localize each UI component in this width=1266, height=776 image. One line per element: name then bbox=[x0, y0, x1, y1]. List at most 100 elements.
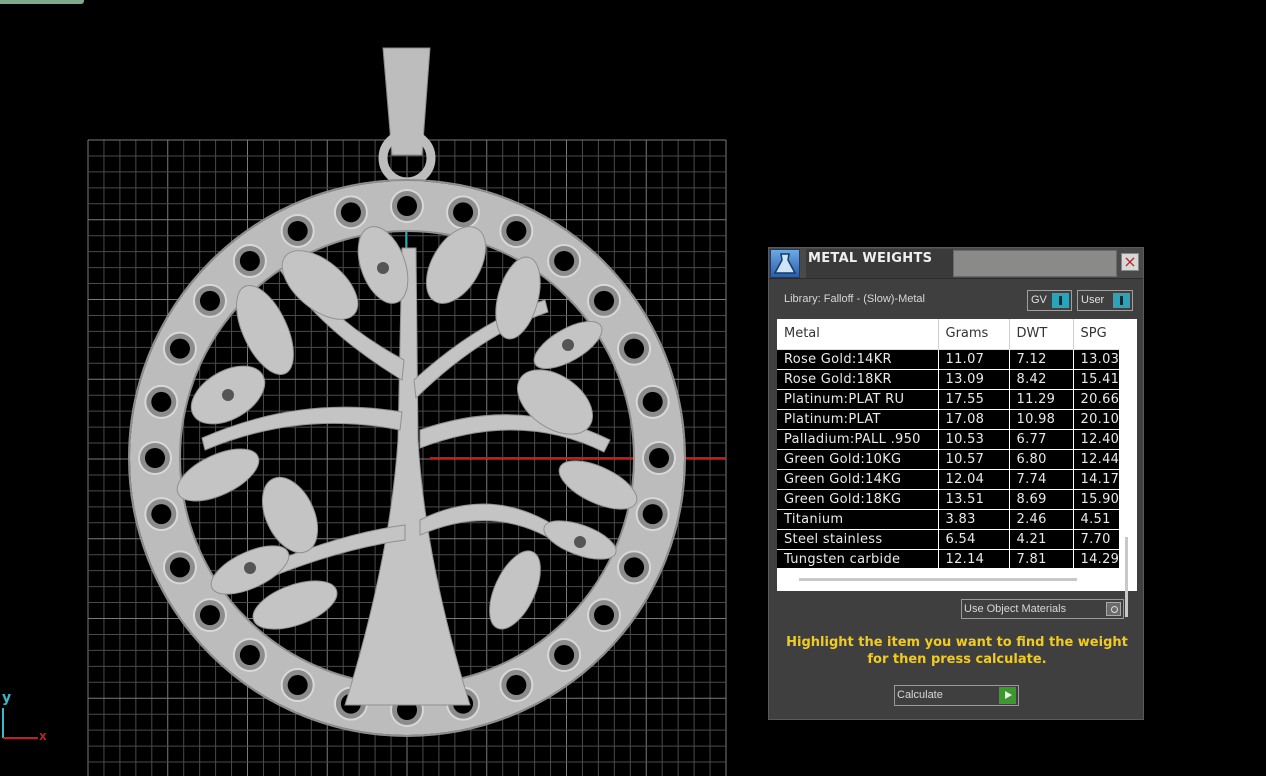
gem-hole bbox=[594, 290, 615, 311]
table-row[interactable]: Tungsten carbide 12.14 7.81 14.29 bbox=[777, 549, 1119, 568]
cell-dwt: 8.69 bbox=[1009, 489, 1074, 510]
gem-hole bbox=[151, 391, 172, 412]
cell-metal: Steel stainless bbox=[777, 529, 939, 550]
cell-dwt: 11.29 bbox=[1009, 389, 1074, 410]
table-row[interactable]: Platinum:PLAT RU 17.55 11.29 20.66 bbox=[777, 389, 1119, 410]
column-header-metal[interactable]: Metal bbox=[777, 319, 939, 350]
gem-hole bbox=[340, 202, 361, 223]
cell-metal: Platinum:PLAT bbox=[777, 409, 939, 430]
gem-hole bbox=[151, 504, 172, 525]
cell-metal: Platinum:PLAT RU bbox=[777, 389, 939, 410]
calculate-label: Calculate bbox=[897, 689, 943, 701]
gem-hole bbox=[506, 220, 527, 241]
cell-grams: 6.54 bbox=[938, 529, 1010, 550]
cell-spg: 4.51 bbox=[1073, 509, 1119, 530]
cell-grams: 11.07 bbox=[938, 349, 1010, 370]
cell-dwt: 6.77 bbox=[1009, 429, 1074, 450]
close-button[interactable]: × bbox=[1121, 253, 1139, 271]
gem-hole bbox=[649, 448, 669, 468]
gem-hole bbox=[506, 675, 527, 696]
gem-hole bbox=[624, 557, 645, 578]
metal-weights-panel[interactable]: METAL WEIGHTS × Library: Falloff - (Slow… bbox=[768, 247, 1144, 720]
column-header-grams[interactable]: Grams bbox=[938, 319, 1010, 350]
gem-hole bbox=[169, 557, 190, 578]
cell-spg: 20.66 bbox=[1073, 389, 1119, 410]
gem-hole bbox=[554, 645, 575, 666]
use-object-materials-label: Use Object Materials bbox=[964, 603, 1067, 615]
cell-spg: 12.40 bbox=[1073, 429, 1119, 450]
gem-hole bbox=[199, 605, 220, 626]
cell-grams: 10.57 bbox=[938, 449, 1010, 470]
gem-hole bbox=[397, 196, 417, 216]
gem-hole bbox=[453, 202, 474, 223]
cell-dwt: 4.21 bbox=[1009, 529, 1074, 550]
cell-metal: Rose Gold:14KR bbox=[777, 349, 939, 370]
cell-dwt: 8.42 bbox=[1009, 369, 1074, 390]
cell-grams: 17.08 bbox=[938, 409, 1010, 430]
flask-logo-icon bbox=[770, 249, 800, 278]
cell-metal: Green Gold:14KG bbox=[777, 469, 939, 490]
gem-hole bbox=[145, 448, 165, 468]
cell-grams: 13.09 bbox=[938, 369, 1010, 390]
table-row[interactable]: Steel stainless 6.54 4.21 7.70 bbox=[777, 529, 1119, 550]
cell-metal: Titanium bbox=[777, 509, 939, 530]
cell-spg: 14.17 bbox=[1073, 469, 1119, 490]
cell-spg: 15.41 bbox=[1073, 369, 1119, 390]
user-toggle-label: User bbox=[1081, 294, 1105, 306]
cell-metal: Green Gold:10KG bbox=[777, 449, 939, 470]
toggle-switch-icon bbox=[1052, 293, 1069, 308]
titlebar-filler bbox=[953, 250, 1117, 277]
gem-hole bbox=[624, 338, 645, 359]
calculate-button[interactable]: Calculate bbox=[894, 685, 1019, 706]
panel-titlebar[interactable]: METAL WEIGHTS × bbox=[769, 248, 1143, 279]
gem-hole bbox=[199, 290, 220, 311]
cell-dwt: 7.12 bbox=[1009, 349, 1074, 370]
cell-spg: 14.29 bbox=[1073, 549, 1119, 568]
library-label: Library: Falloff - (Slow)-Metal bbox=[784, 293, 925, 305]
use-object-materials-option[interactable]: Use Object Materials bbox=[961, 599, 1124, 619]
column-header-spg[interactable]: SPG bbox=[1073, 319, 1119, 350]
cell-spg: 13.03 bbox=[1073, 349, 1119, 370]
play-icon bbox=[999, 687, 1016, 704]
axis-gizmo bbox=[2, 708, 38, 739]
cell-metal: Tungsten carbide bbox=[777, 549, 939, 568]
radio-icon bbox=[1106, 602, 1121, 616]
vertical-scrollbar[interactable] bbox=[1125, 537, 1128, 617]
cell-grams: 12.04 bbox=[938, 469, 1010, 490]
table-row[interactable]: Green Gold:14KG 12.04 7.74 14.17 bbox=[777, 469, 1119, 490]
column-header-dwt[interactable]: DWT bbox=[1009, 319, 1074, 350]
metal-weights-table: Metal Grams DWT SPG Rose Gold:14KR 11.07 7… bbox=[777, 319, 1119, 568]
horizontal-scrollbar[interactable] bbox=[799, 578, 1077, 581]
user-toggle[interactable]: User bbox=[1077, 290, 1133, 311]
metal-table-frame: Metal Grams DWT SPG Rose Gold:14KR 11.07 7… bbox=[777, 319, 1137, 617]
gem-hole bbox=[287, 675, 308, 696]
panel-title: METAL WEIGHTS bbox=[806, 249, 953, 278]
cell-dwt: 10.98 bbox=[1009, 409, 1074, 430]
metal-table-viewport[interactable]: Metal Grams DWT SPG Rose Gold:14KR 11.07 7… bbox=[777, 319, 1119, 568]
gv-toggle[interactable]: GV bbox=[1027, 290, 1072, 311]
cell-grams: 17.55 bbox=[938, 389, 1010, 410]
toggle-switch-icon bbox=[1113, 293, 1130, 308]
cell-grams: 13.51 bbox=[938, 489, 1010, 510]
cell-metal: Green Gold:18KG bbox=[777, 489, 939, 510]
table-row[interactable]: Rose Gold:18KR 13.09 8.42 15.41 bbox=[777, 369, 1119, 390]
gem-hole bbox=[594, 605, 615, 626]
table-header-row: Metal Grams DWT SPG bbox=[777, 319, 1119, 350]
cell-dwt: 7.81 bbox=[1009, 549, 1074, 568]
cell-metal: Palladium:PALL .950 bbox=[777, 429, 939, 450]
table-row[interactable]: Green Gold:18KG 13.51 8.69 15.90 bbox=[777, 489, 1119, 510]
table-row[interactable]: Rose Gold:14KR 11.07 7.12 13.03 bbox=[777, 349, 1119, 370]
table-row[interactable]: Platinum:PLAT 17.08 10.98 20.10 bbox=[777, 409, 1119, 430]
gem-hole bbox=[642, 391, 663, 412]
table-row[interactable]: Green Gold:10KG 10.57 6.80 12.44 bbox=[777, 449, 1119, 470]
table-row[interactable]: Palladium:PALL .950 10.53 6.77 12.40 bbox=[777, 429, 1119, 450]
cell-dwt: 2.46 bbox=[1009, 509, 1074, 530]
gv-toggle-label: GV bbox=[1031, 294, 1047, 306]
table-row[interactable]: Titanium 3.83 2.46 4.51 bbox=[777, 509, 1119, 530]
cell-spg: 20.10 bbox=[1073, 409, 1119, 430]
cell-grams: 10.53 bbox=[938, 429, 1010, 450]
pendant-model[interactable] bbox=[128, 47, 686, 737]
gem-hole bbox=[239, 645, 260, 666]
cell-spg: 15.90 bbox=[1073, 489, 1119, 510]
gem-hole bbox=[169, 338, 190, 359]
